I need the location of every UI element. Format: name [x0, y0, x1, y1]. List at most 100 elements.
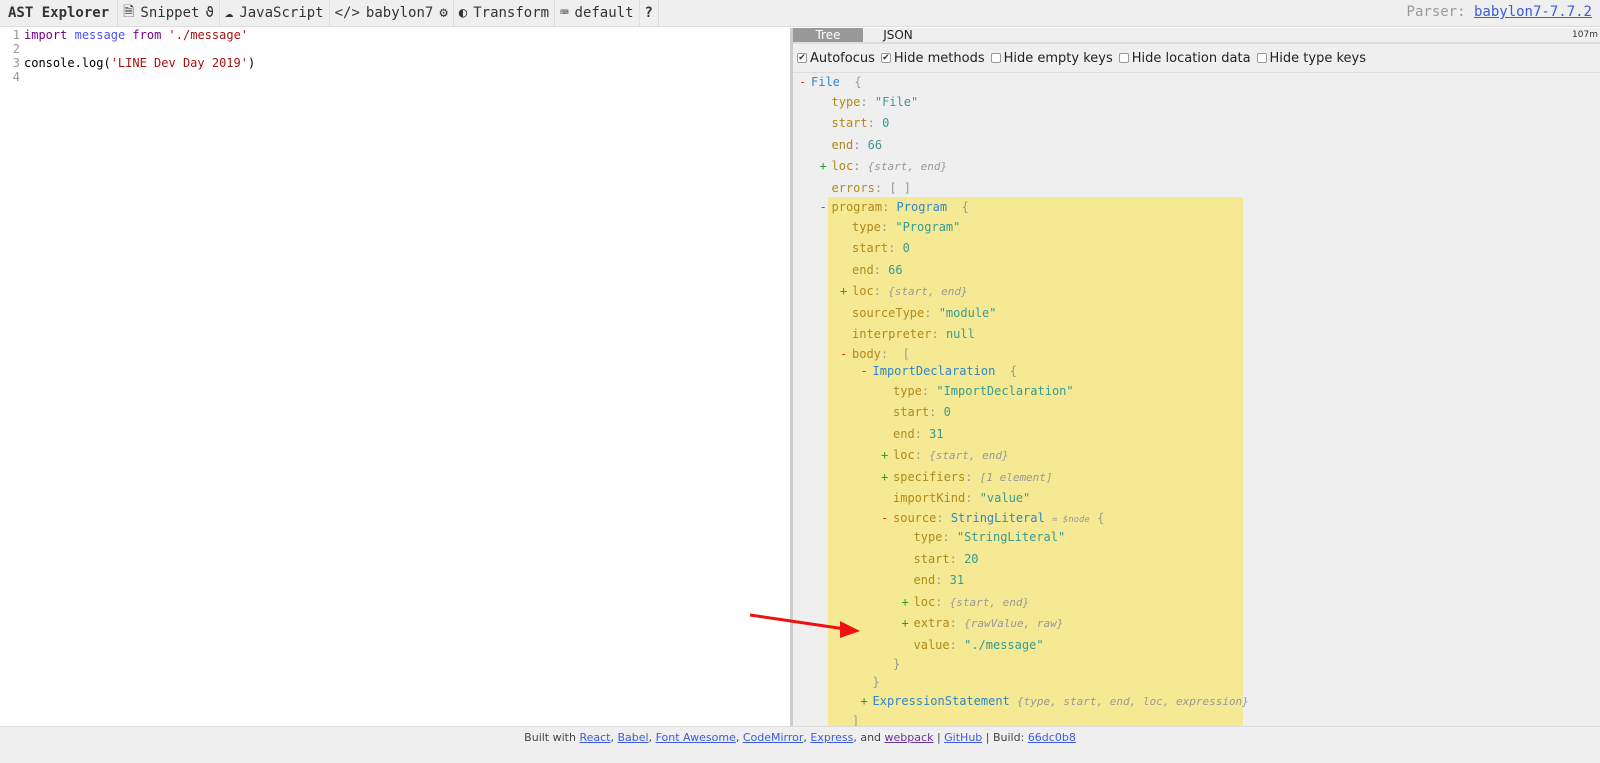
footer-link-codemirror[interactable]: CodeMirror — [743, 731, 804, 744]
collapse-toggle[interactable]: - — [840, 346, 847, 364]
code-line: 3 console.log('LINE Dev Day 2019') — [0, 56, 790, 70]
option-hide-empty-keys[interactable]: Hide empty keys — [990, 51, 1113, 66]
keymap-menu[interactable]: ⌨ default — [555, 0, 640, 26]
colon: : — [867, 116, 883, 130]
tree-row[interactable]: sourceType: "module" — [793, 303, 1600, 325]
property-value: "value" — [979, 491, 1031, 505]
row-content: importKind: "value" — [893, 488, 1030, 510]
property-value: 0 — [882, 116, 890, 130]
help-button[interactable]: ? — [640, 0, 659, 26]
tab-json[interactable]: JSON — [863, 28, 933, 42]
footer-link-github[interactable]: GitHub — [944, 731, 982, 744]
property-value: 31 — [949, 573, 965, 587]
code-editor[interactable]: 1 import message from './message' 2 3 consol… — [0, 28, 790, 726]
tree-row[interactable]: type: "ImportDeclaration" — [793, 381, 1600, 403]
property-key: source — [893, 510, 937, 525]
code-token: './message' — [168, 28, 249, 42]
node-type[interactable]: ExpressionStatement — [873, 694, 1010, 708]
node-type[interactable]: ImportDeclaration — [873, 364, 996, 378]
tree-row[interactable]: type: "Program" — [793, 217, 1600, 239]
tree-row[interactable]: end: 66 — [793, 135, 1600, 157]
tree-row[interactable]: } — [793, 674, 1600, 692]
language-menu[interactable]: ☁ JavaScript — [220, 0, 330, 26]
tree-row[interactable]: start: 0 — [793, 402, 1600, 424]
collapse-toggle[interactable]: - — [861, 363, 868, 381]
property-value: 0 — [902, 241, 910, 255]
checkbox[interactable] — [1256, 53, 1267, 63]
footer-link-babel[interactable]: Babel — [617, 731, 648, 744]
expand-toggle[interactable]: + — [840, 281, 847, 303]
expand-toggle[interactable]: + — [881, 445, 888, 467]
transform-menu[interactable]: ◐ Transform — [454, 0, 556, 26]
expand-toggle[interactable]: + — [820, 156, 827, 178]
property-value: "File" — [874, 94, 919, 109]
tree-row[interactable]: type: "File" — [793, 92, 1600, 114]
gear-icon[interactable]: ⚙ — [439, 5, 447, 21]
expand-toggle[interactable]: + — [902, 613, 909, 635]
tab-tree[interactable]: Tree — [793, 28, 863, 42]
tree-row[interactable]: value: "./message" — [793, 635, 1600, 657]
tree-row[interactable]: - program: Program { — [793, 199, 1600, 217]
collapse-toggle[interactable]: - — [820, 199, 827, 217]
snippet-menu[interactable]: 🗎 Snippet ϑ — [118, 0, 220, 26]
option-hide-location-data[interactable]: Hide location data — [1118, 50, 1251, 66]
tree-row[interactable]: start: 0 — [793, 238, 1600, 260]
tree-row[interactable]: end: 66 — [793, 260, 1600, 282]
line-number: 3 — [12, 56, 20, 70]
tree-row[interactable]: importKind: "value" — [793, 488, 1600, 510]
parser-version-link[interactable]: babylon7-7.7.2 — [1474, 4, 1592, 20]
checkbox[interactable]: ✔ — [797, 53, 807, 63]
tree-row[interactable]: errors: [ ] — [793, 178, 1600, 200]
footer-link-font-awesome[interactable]: Font Awesome — [656, 731, 736, 744]
tree-row[interactable]: ] — [793, 713, 1600, 727]
tree-row[interactable]: end: 31 — [793, 570, 1600, 592]
expand-toggle[interactable]: + — [861, 691, 868, 713]
node-type[interactable]: Program — [897, 200, 948, 214]
bracket: { — [1097, 510, 1105, 525]
checkbox[interactable] — [990, 53, 1001, 63]
tree-row[interactable]: - body: [ — [793, 346, 1600, 364]
collapse-toggle[interactable]: - — [799, 74, 806, 92]
colon: : — [931, 327, 946, 341]
expand-toggle[interactable]: + — [902, 592, 909, 614]
tree-row[interactable]: + loc: {start, end} — [793, 281, 1600, 303]
footer-link-express[interactable]: Express — [810, 731, 853, 744]
option-label: Hide location data — [1131, 50, 1251, 66]
footer-link-webpack[interactable]: webpack — [885, 731, 934, 744]
checkbox[interactable] — [1118, 53, 1129, 63]
tree-row[interactable]: - File { — [793, 74, 1600, 92]
node-type[interactable]: File — [811, 75, 840, 89]
tree-row[interactable]: + extra: {rawValue, raw} — [793, 613, 1600, 635]
tree-row[interactable]: end: 31 — [793, 424, 1600, 446]
tree-row[interactable]: type: "StringLiteral" — [793, 527, 1600, 549]
tree-row[interactable]: + ExpressionStatement {type, start, end, … — [793, 691, 1600, 713]
option-hide-methods[interactable]: ✔ Hide methods — [880, 51, 985, 66]
expand-toggle[interactable]: + — [881, 467, 888, 489]
tree-row[interactable]: - source: StringLiteral = $node { — [793, 510, 1600, 528]
collapse-toggle[interactable]: - — [881, 510, 888, 528]
tree-row[interactable]: interpreter: null — [793, 324, 1600, 346]
option-autofocus[interactable]: ✔ Autofocus — [797, 51, 875, 66]
tree-row[interactable]: start: 20 — [793, 549, 1600, 571]
tree-row[interactable]: - ImportDeclaration { — [793, 363, 1600, 381]
build-link[interactable]: 66dc0b8 — [1028, 731, 1076, 744]
tree-row[interactable]: start: 0 — [793, 113, 1600, 135]
fork-icon[interactable]: ϑ — [205, 5, 213, 21]
tree-row[interactable]: + specifiers: [1 element] — [793, 467, 1600, 489]
toggle-icon: ◐ — [458, 5, 468, 21]
row-content: extra: {rawValue, raw} — [914, 613, 1064, 635]
tree-row[interactable]: + loc: {start, end} — [793, 445, 1600, 467]
option-hide-type-keys[interactable]: Hide type keys — [1256, 51, 1366, 66]
line-content: import message from './message' — [24, 28, 248, 42]
tree-row[interactable]: + loc: {start, end} — [793, 156, 1600, 178]
node-type[interactable]: StringLiteral — [951, 511, 1045, 525]
property-key: body — [852, 346, 881, 361]
property-value: "ImportDeclaration" — [936, 383, 1074, 398]
parser-menu[interactable]: </> babylon7 ⚙ — [330, 0, 454, 26]
tree-row[interactable]: + loc: {start, end} — [793, 592, 1600, 614]
code-icon: </> — [334, 5, 360, 21]
checkbox[interactable]: ✔ — [880, 53, 891, 63]
tree-row[interactable]: } — [793, 656, 1600, 674]
footer-link-react[interactable]: React — [579, 731, 610, 744]
